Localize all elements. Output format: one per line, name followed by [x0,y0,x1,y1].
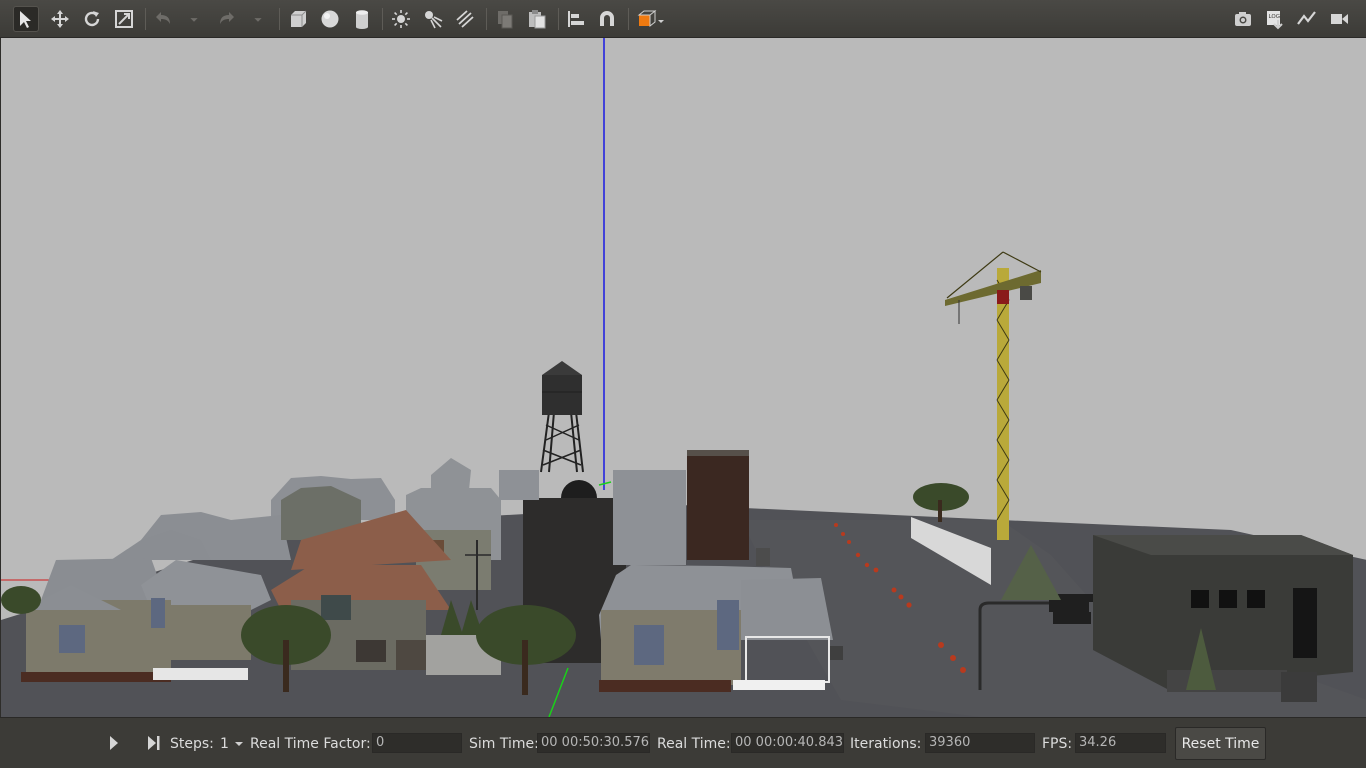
real-time-label: Real Time: [657,736,731,752]
log-badge-text: LOG [1269,14,1280,20]
iterations-label: Iterations: [850,736,922,752]
toolbar-separator [628,8,629,30]
fps-field: 34.26 [1075,733,1166,753]
plot-icon[interactable] [1294,6,1320,32]
steps-label: Steps: [170,736,214,752]
rotate-mode-icon[interactable] [79,6,105,32]
fps-label: FPS: [1042,736,1073,752]
toolbar-separator [486,8,487,30]
real-time-factor-label: Real Time Factor: [250,736,371,752]
real-time-factor-field: 0 [372,733,462,753]
snap-icon[interactable] [594,6,620,32]
cylinder-shape-icon[interactable] [349,6,375,32]
spot-light-icon[interactable] [420,6,446,32]
steps-value: 1 [220,736,229,752]
align-icon[interactable] [563,6,589,32]
chevron-down-icon [235,742,244,746]
copy-icon[interactable] [492,6,518,32]
redo-history-dropdown-icon[interactable] [248,6,268,32]
toolbar-separator [279,8,280,30]
sim-time-label: Sim Time: [469,736,539,752]
toolbar-separator [145,8,146,30]
log-icon[interactable]: LOG [1262,6,1288,32]
play-icon[interactable] [100,730,126,756]
main-toolbar: LOG [0,0,1366,38]
reset-time-button[interactable]: Reset Time [1175,727,1266,760]
toolbar-separator [558,8,559,30]
iterations-field: 39360 [925,733,1035,753]
undo-history-dropdown-icon[interactable] [184,6,204,32]
select-mode-icon[interactable] [13,6,39,32]
simulation-control-bar: Steps: 1 Real Time Factor: 0 Sim Time: 0… [0,717,1366,768]
translate-mode-icon[interactable] [47,6,73,32]
box-shape-icon[interactable] [285,6,311,32]
steps-spinbox[interactable]: 1 [220,736,245,752]
directional-light-icon[interactable] [452,6,478,32]
scene-3d-viewport[interactable] [0,38,1366,717]
toolbar-separator [382,8,383,30]
scale-mode-icon[interactable] [111,6,137,32]
undo-icon[interactable] [150,6,176,32]
view-angle-icon[interactable] [634,6,668,32]
real-time-field: 00 00:00:40.843 [731,733,844,753]
screenshot-icon[interactable] [1230,6,1256,32]
sphere-shape-icon[interactable] [317,6,343,32]
sim-time-field: 00 00:50:30.576 [537,733,650,753]
video-record-icon[interactable] [1326,6,1352,32]
paste-icon[interactable] [524,6,550,32]
point-light-icon[interactable] [388,6,414,32]
redo-icon[interactable] [214,6,240,32]
step-icon[interactable] [140,730,166,756]
scene-render [1,38,1366,717]
